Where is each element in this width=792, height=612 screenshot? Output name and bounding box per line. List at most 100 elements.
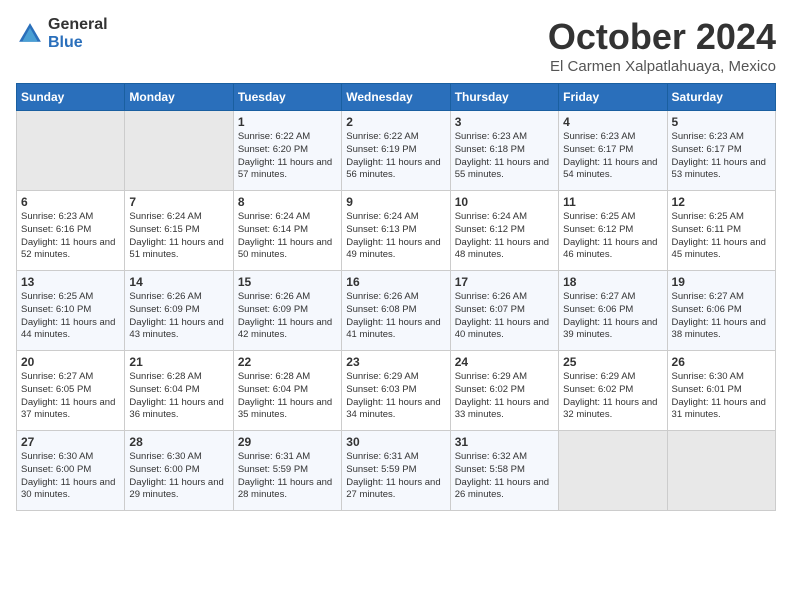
day-number: 29 xyxy=(238,435,337,449)
calendar-cell: 26 Sunrise: 6:30 AMSunset: 6:01 PMDayligh… xyxy=(667,351,775,431)
calendar-cell: 3 Sunrise: 6:23 AMSunset: 6:18 PMDaylight… xyxy=(450,111,558,191)
header-friday: Friday xyxy=(559,84,667,111)
calendar-cell: 29 Sunrise: 6:31 AMSunset: 5:59 PMDayligh… xyxy=(233,431,341,511)
week-row-2: 6 Sunrise: 6:23 AMSunset: 6:16 PMDaylight… xyxy=(17,191,776,271)
calendar-cell: 31 Sunrise: 6:32 AMSunset: 5:58 PMDayligh… xyxy=(450,431,558,511)
logo-text: General Blue xyxy=(48,16,108,51)
calendar-cell: 17Sunrise: 6:26 AMSunset: 6:07 PMDayligh… xyxy=(450,271,558,351)
day-number: 5 xyxy=(672,115,771,129)
cell-info: Sunrise: 6:24 AMSunset: 6:14 PMDaylight:… xyxy=(238,211,332,260)
calendar-cell: 12 Sunrise: 6:25 AMSunset: 6:11 PMDayligh… xyxy=(667,191,775,271)
calendar-cell: 5 Sunrise: 6:23 AMSunset: 6:17 PMDaylight… xyxy=(667,111,775,191)
cell-info: Sunrise: 6:26 AMSunset: 6:08 PMDaylight:… xyxy=(346,291,440,340)
location-title: El Carmen Xalpatlahuaya, Mexico xyxy=(548,58,776,75)
day-number: 13 xyxy=(21,275,120,289)
calendar-cell xyxy=(17,111,125,191)
day-number: 3 xyxy=(455,115,554,129)
calendar-cell: 10 Sunrise: 6:24 AMSunset: 6:12 PMDayligh… xyxy=(450,191,558,271)
calendar-cell: 6 Sunrise: 6:23 AMSunset: 6:16 PMDaylight… xyxy=(17,191,125,271)
day-number: 10 xyxy=(455,195,554,209)
calendar-cell xyxy=(559,431,667,511)
day-number: 26 xyxy=(672,355,771,369)
day-number: 19 xyxy=(672,275,771,289)
cell-info: Sunrise: 6:29 AMSunset: 6:02 PMDaylight:… xyxy=(563,371,657,420)
logo: General Blue xyxy=(16,16,108,51)
header-saturday: Saturday xyxy=(667,84,775,111)
cell-info: Sunrise: 6:27 AMSunset: 6:06 PMDaylight:… xyxy=(672,291,766,340)
cell-info: Sunrise: 6:27 AMSunset: 6:05 PMDaylight:… xyxy=(21,371,115,420)
week-row-4: 20 Sunrise: 6:27 AMSunset: 6:05 PMDayligh… xyxy=(17,351,776,431)
calendar-cell: 11Sunrise: 6:25 AMSunset: 6:12 PMDayligh… xyxy=(559,191,667,271)
calendar-cell: 19 Sunrise: 6:27 AMSunset: 6:06 PMDayligh… xyxy=(667,271,775,351)
day-number: 30 xyxy=(346,435,445,449)
cell-info: Sunrise: 6:30 AMSunset: 6:01 PMDaylight:… xyxy=(672,371,766,420)
day-number: 27 xyxy=(21,435,120,449)
cell-info: Sunrise: 6:28 AMSunset: 6:04 PMDaylight:… xyxy=(129,371,223,420)
header-thursday: Thursday xyxy=(450,84,558,111)
calendar-cell xyxy=(667,431,775,511)
day-number: 23 xyxy=(346,355,445,369)
header-sunday: Sunday xyxy=(17,84,125,111)
calendar-cell: 23 Sunrise: 6:29 AMSunset: 6:03 PMDayligh… xyxy=(342,351,450,431)
calendar-cell: 2Sunrise: 6:22 AMSunset: 6:19 PMDaylight… xyxy=(342,111,450,191)
day-number: 6 xyxy=(21,195,120,209)
calendar-cell: 7 Sunrise: 6:24 AMSunset: 6:15 PMDaylight… xyxy=(125,191,233,271)
calendar-header-row: SundayMondayTuesdayWednesdayThursdayFrid… xyxy=(17,84,776,111)
day-number: 8 xyxy=(238,195,337,209)
cell-info: Sunrise: 6:29 AMSunset: 6:02 PMDaylight:… xyxy=(455,371,549,420)
day-number: 24 xyxy=(455,355,554,369)
day-number: 15 xyxy=(238,275,337,289)
calendar-cell: 18 Sunrise: 6:27 AMSunset: 6:06 PMDayligh… xyxy=(559,271,667,351)
title-block: October 2024 El Carmen Xalpatlahuaya, Me… xyxy=(548,16,776,75)
day-number: 21 xyxy=(129,355,228,369)
logo-general: General xyxy=(48,16,108,34)
cell-info: Sunrise: 6:29 AMSunset: 6:03 PMDaylight:… xyxy=(346,371,440,420)
cell-info: Sunrise: 6:31 AMSunset: 5:59 PMDaylight:… xyxy=(346,451,440,500)
cell-info: Sunrise: 6:25 AMSunset: 6:11 PMDaylight:… xyxy=(672,211,766,260)
cell-info: Sunrise: 6:32 AMSunset: 5:58 PMDaylight:… xyxy=(455,451,549,500)
day-number: 4 xyxy=(563,115,662,129)
calendar-cell: 15Sunrise: 6:26 AMSunset: 6:09 PMDayligh… xyxy=(233,271,341,351)
day-number: 18 xyxy=(563,275,662,289)
header-tuesday: Tuesday xyxy=(233,84,341,111)
cell-info: Sunrise: 6:23 AMSunset: 6:18 PMDaylight:… xyxy=(455,131,549,180)
day-number: 12 xyxy=(672,195,771,209)
calendar-cell: 30 Sunrise: 6:31 AMSunset: 5:59 PMDayligh… xyxy=(342,431,450,511)
day-number: 17 xyxy=(455,275,554,289)
day-number: 20 xyxy=(21,355,120,369)
week-row-1: 1Sunrise: 6:22 AMSunset: 6:20 PMDaylight… xyxy=(17,111,776,191)
calendar-cell: 22 Sunrise: 6:28 AMSunset: 6:04 PMDayligh… xyxy=(233,351,341,431)
cell-info: Sunrise: 6:23 AMSunset: 6:16 PMDaylight:… xyxy=(21,211,115,260)
cell-info: Sunrise: 6:23 AMSunset: 6:17 PMDaylight:… xyxy=(672,131,766,180)
day-number: 14 xyxy=(129,275,228,289)
calendar-cell: 4 Sunrise: 6:23 AMSunset: 6:17 PMDaylight… xyxy=(559,111,667,191)
month-title: October 2024 xyxy=(548,16,776,58)
cell-info: Sunrise: 6:28 AMSunset: 6:04 PMDaylight:… xyxy=(238,371,332,420)
day-number: 7 xyxy=(129,195,228,209)
calendar-cell: 16 Sunrise: 6:26 AMSunset: 6:08 PMDayligh… xyxy=(342,271,450,351)
cell-info: Sunrise: 6:25 AMSunset: 6:12 PMDaylight:… xyxy=(563,211,657,260)
day-number: 9 xyxy=(346,195,445,209)
day-number: 28 xyxy=(129,435,228,449)
day-number: 31 xyxy=(455,435,554,449)
calendar-cell: 1Sunrise: 6:22 AMSunset: 6:20 PMDaylight… xyxy=(233,111,341,191)
cell-info: Sunrise: 6:30 AMSunset: 6:00 PMDaylight:… xyxy=(21,451,115,500)
day-number: 16 xyxy=(346,275,445,289)
header-wednesday: Wednesday xyxy=(342,84,450,111)
calendar-cell: 28Sunrise: 6:30 AMSunset: 6:00 PMDayligh… xyxy=(125,431,233,511)
cell-info: Sunrise: 6:24 AMSunset: 6:15 PMDaylight:… xyxy=(129,211,223,260)
logo-icon xyxy=(16,20,44,48)
page-header: General Blue October 2024 El Carmen Xalp… xyxy=(16,16,776,75)
calendar-cell: 20 Sunrise: 6:27 AMSunset: 6:05 PMDayligh… xyxy=(17,351,125,431)
cell-info: Sunrise: 6:27 AMSunset: 6:06 PMDaylight:… xyxy=(563,291,657,340)
calendar-cell: 14Sunrise: 6:26 AMSunset: 6:09 PMDayligh… xyxy=(125,271,233,351)
cell-info: Sunrise: 6:31 AMSunset: 5:59 PMDaylight:… xyxy=(238,451,332,500)
cell-info: Sunrise: 6:23 AMSunset: 6:17 PMDaylight:… xyxy=(563,131,657,180)
day-number: 2 xyxy=(346,115,445,129)
calendar-cell: 9Sunrise: 6:24 AMSunset: 6:13 PMDaylight… xyxy=(342,191,450,271)
calendar-cell: 13Sunrise: 6:25 AMSunset: 6:10 PMDayligh… xyxy=(17,271,125,351)
day-number: 25 xyxy=(563,355,662,369)
calendar-cell: 25 Sunrise: 6:29 AMSunset: 6:02 PMDayligh… xyxy=(559,351,667,431)
day-number: 22 xyxy=(238,355,337,369)
cell-info: Sunrise: 6:24 AMSunset: 6:12 PMDaylight:… xyxy=(455,211,549,260)
